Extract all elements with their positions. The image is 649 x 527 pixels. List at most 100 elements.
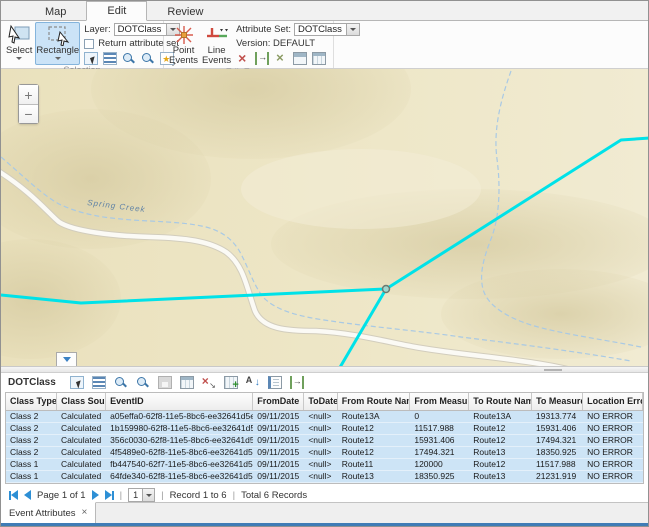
tab-map[interactable]: Map (25, 3, 86, 21)
close-icon[interactable]: × (82, 508, 88, 518)
attribute-set-label: Attribute Set: (236, 24, 291, 35)
route-junction-vertex[interactable] (383, 286, 390, 293)
table-row[interactable]: Class 1Calculated64fde340-62f8-11e5-8bc6… (6, 471, 643, 483)
save-icon[interactable] (158, 376, 172, 389)
table-cell: Class 2 (6, 435, 57, 446)
table-cell: Route12 (338, 435, 411, 446)
event-attributes-panel: DOTClass Class TypeClass SourceEventIDFr… (1, 373, 648, 502)
rectangle-tool-icon (45, 24, 71, 46)
table-cell: 64fde340-62f8-11e5-8bc6-ee32641d5ec9 (106, 471, 253, 482)
attribute-set-value: DOTClass (295, 24, 346, 35)
table-cell: 09/11/2015 (253, 471, 304, 482)
table-cell: 09/11/2015 (253, 411, 304, 422)
page-select-value: 1 (129, 490, 142, 500)
table-cell: Route13A (469, 411, 532, 422)
page-select[interactable]: 1 (128, 488, 155, 502)
bottom-tabbar: Event Attributes × (1, 502, 648, 523)
panel-splitter[interactable] (1, 367, 648, 373)
chevron-down-icon (16, 57, 22, 60)
record-total: Total 6 Records (241, 490, 307, 501)
table-row[interactable]: Class 2Calculated4f5489e0-62f8-11e5-8bc6… (6, 447, 643, 459)
previous-page-button[interactable] (24, 490, 31, 500)
return-attribute-set-checkbox[interactable] (84, 39, 94, 49)
column-header[interactable]: To Measure (532, 393, 583, 410)
table-cell: Route13 (469, 471, 532, 482)
tab-review[interactable]: Review (147, 3, 223, 21)
zoom-to-selection-icon[interactable] (114, 376, 128, 389)
table-title: DOTClass (8, 377, 56, 388)
column-header[interactable]: EventID (106, 393, 253, 410)
zoom-in-button[interactable]: + (19, 85, 38, 104)
chevron-down-icon (55, 57, 61, 60)
line-events-button[interactable]: Line Events (201, 22, 232, 67)
split-event-icon[interactable] (236, 52, 250, 65)
rectangle-tool-button[interactable]: Rectangle (35, 22, 80, 65)
map-canvas[interactable]: Spring Creek + − (1, 69, 648, 367)
measure-icon[interactable] (290, 376, 304, 389)
table-row[interactable]: Class 2Calculated1b159980-62f8-11e5-8bc6… (6, 423, 643, 435)
event-table-icon[interactable] (312, 52, 326, 65)
select-features-icon[interactable] (84, 52, 98, 65)
open-form-icon[interactable] (268, 376, 282, 389)
table-cell: <null> (304, 423, 337, 434)
table-cell: Calculated (57, 471, 106, 482)
table-row[interactable]: Class 2Calculated356c0030-62f8-11e5-8bc6… (6, 435, 643, 447)
table-cell: <null> (304, 411, 337, 422)
table-cell: Route12 (338, 423, 411, 434)
selection-list-icon[interactable] (103, 52, 117, 65)
zoom-out-button[interactable]: − (19, 104, 38, 123)
line-events-icon (205, 24, 229, 46)
tab-event-attributes[interactable]: Event Attributes × (1, 502, 96, 523)
select-tool-icon (6, 24, 32, 46)
table-body: Class 2Calculateda05effa0-62f8-11e5-8bc6… (6, 411, 643, 483)
column-header[interactable]: Class Source (57, 393, 106, 410)
switch-table-icon[interactable] (180, 376, 194, 389)
record-range: Record 1 to 6 (170, 490, 227, 501)
sort-icon[interactable] (246, 376, 260, 389)
pager-separator: | (120, 490, 122, 501)
table-cell: Route13 (469, 447, 532, 458)
column-header[interactable]: Location Error (583, 393, 643, 410)
pan-to-selection-icon[interactable] (141, 52, 155, 65)
table-cell: 11517.988 (410, 423, 469, 434)
first-page-button[interactable] (9, 490, 18, 500)
chevron-down-icon (63, 357, 71, 362)
select-button[interactable]: Select (5, 22, 33, 65)
pan-to-selection-icon[interactable] (136, 376, 150, 389)
column-header[interactable]: ToDate (304, 393, 337, 410)
selection-list-icon[interactable] (92, 376, 106, 389)
select-rectangle-icon[interactable] (70, 376, 84, 389)
table-cell: 356c0030-62f8-11e5-8bc6-ee32641d5ec9 (106, 435, 253, 446)
attribute-set-select[interactable]: DOTClass (294, 23, 360, 36)
table-row[interactable]: Class 2Calculateda05effa0-62f8-11e5-8bc6… (6, 411, 643, 423)
layer-select-value: DOTClass (115, 24, 166, 35)
add-record-icon[interactable] (224, 376, 238, 389)
measure-event-icon[interactable] (255, 52, 269, 65)
tab-edit[interactable]: Edit (86, 1, 147, 21)
column-header[interactable]: To Route Name (469, 393, 532, 410)
table-cell: Route12 (469, 435, 532, 446)
table-header-row: Class TypeClass SourceEventIDFromDateToD… (6, 393, 643, 411)
column-header[interactable]: From Measure (410, 393, 469, 410)
table-cell: 09/11/2015 (253, 459, 304, 470)
point-events-button[interactable]: Point Events (168, 22, 199, 67)
table-cell: 18350.925 (410, 471, 469, 482)
selection-group: Select Rectangle Layer: DOTClass (1, 21, 164, 68)
table-cell: 4f5489e0-62f8-11e5-8bc6-ee32641d5ec9 (106, 447, 253, 458)
column-header[interactable]: Class Type (6, 393, 57, 410)
table-cell: <null> (304, 471, 337, 482)
chevron-down-icon[interactable] (142, 489, 154, 501)
merge-event-icon[interactable] (274, 52, 288, 65)
attribute-grid: Class TypeClass SourceEventIDFromDateToD… (5, 392, 644, 484)
next-page-button[interactable] (92, 490, 99, 500)
table-row[interactable]: Class 1Calculatedfb447540-62f7-11e5-8bc6… (6, 459, 643, 471)
event-window-icon[interactable] (293, 52, 307, 65)
zoom-to-selection-icon[interactable] (122, 52, 136, 65)
table-cell: fb447540-62f7-11e5-8bc6-ee32641d5ec9 (106, 459, 253, 470)
column-header[interactable]: From Route Name (338, 393, 411, 410)
collapse-panel-button[interactable] (56, 352, 77, 366)
delete-record-icon[interactable] (202, 376, 216, 389)
last-page-button[interactable] (105, 490, 114, 500)
chevron-down-icon[interactable] (346, 24, 359, 35)
column-header[interactable]: FromDate (253, 393, 304, 410)
